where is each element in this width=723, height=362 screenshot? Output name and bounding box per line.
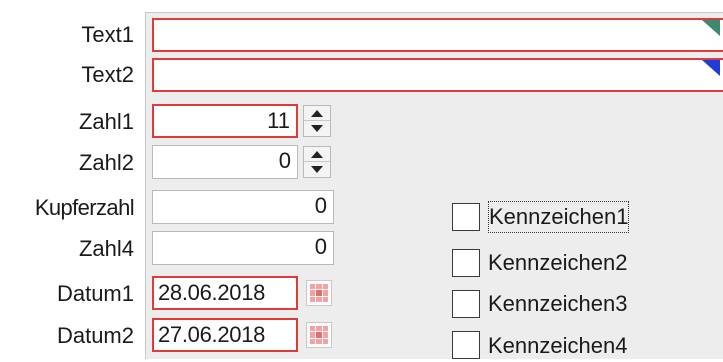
zahl1-spinner [303,105,331,137]
zahl2-value: 0 [278,148,291,173]
triangle-up-icon [311,150,323,158]
zahl1-value: 11 [267,108,290,133]
label-zahl2: Zahl2 [78,150,134,175]
kennzeichen4-label[interactable]: Kennzeichen4 [488,330,627,362]
kennzeichen2-checkbox[interactable] [452,249,480,277]
kupferzahl-value: 0 [314,193,327,218]
zahl2-spin-down-button[interactable] [304,162,330,177]
calendar-icon [316,332,322,338]
label-zahl4: Zahl4 [78,236,134,261]
zahl2-spinner [303,146,331,178]
text1-input[interactable] [152,18,723,52]
datum1-input[interactable]: 28.06.2018 [152,276,298,310]
label-text2: Text2 [81,62,134,87]
kennzeichen4-checkbox[interactable] [452,331,480,359]
zahl1-spin-down-button[interactable] [304,121,330,136]
text2-indicator-icon [702,60,720,76]
datum2-input[interactable]: 27.06.2018 [152,318,298,352]
kennzeichen1-checkbox[interactable] [452,203,480,231]
label-kupferzahl: Kupferzahl [34,195,135,220]
datum2-calendar-button[interactable] [306,322,332,348]
kennzeichen3-checkbox[interactable] [452,290,480,318]
datum2-value: 27.06.2018 [158,322,266,347]
zahl1-spin-up-button[interactable] [304,106,330,121]
kupferzahl-input[interactable]: 0 [152,190,334,224]
label-zahl1: Zahl1 [78,109,134,134]
triangle-up-icon [311,109,323,117]
text1-indicator-icon [702,20,720,36]
zahl2-input[interactable]: 0 [152,145,298,179]
zahl4-input[interactable]: 0 [152,231,334,265]
datum1-value: 28.06.2018 [158,280,266,305]
triangle-down-icon [311,125,323,132]
kennzeichen3-label[interactable]: Kennzeichen3 [488,288,627,320]
text2-input[interactable] [152,58,723,92]
kennzeichen2-label[interactable]: Kennzeichen2 [488,247,627,279]
kennzeichen1-label[interactable]: Kennzeichen1 [488,201,630,233]
label-datum1: Datum1 [56,281,134,306]
zahl2-spin-up-button[interactable] [304,147,330,162]
label-datum2: Datum2 [56,323,134,348]
zahl4-value: 0 [314,234,327,259]
datum1-calendar-button[interactable] [306,280,332,306]
label-text1: Text1 [81,22,134,47]
zahl1-input[interactable]: 11 [152,104,298,138]
form-panel: Text1 Text2 Zahl1 11 Zahl2 0 Kupferzahl … [0,0,723,359]
triangle-down-icon [311,166,323,173]
calendar-icon [316,290,322,296]
